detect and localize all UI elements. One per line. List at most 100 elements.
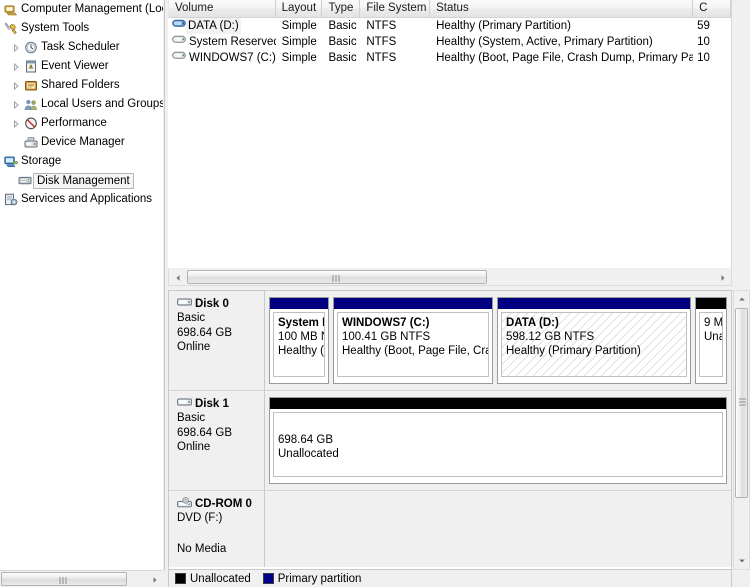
tree-item-performance[interactable]: Performance <box>0 114 163 133</box>
legend-item-unallocated: Unallocated <box>175 573 251 585</box>
partition-size: 598.12 GB NTFS <box>506 331 595 343</box>
column-header-type[interactable]: Type <box>322 0 361 18</box>
partition-title: DATA (D:) <box>506 317 559 329</box>
cdrom-info[interactable]: CD-ROM 0 DVD (F:) No Media <box>169 491 265 567</box>
partition-size: 9 M <box>704 317 723 329</box>
cell-file-system: NTFS <box>366 36 397 48</box>
disk-icon <box>177 297 192 311</box>
disk-management-pane: Volume Layout Type File System Status C … <box>168 0 750 587</box>
partition-unallocated-9mb[interactable]: 9 M Una <box>695 297 727 384</box>
chevron-right-icon[interactable] <box>10 43 22 52</box>
cell-type: Basic <box>328 52 357 64</box>
disk-info-0[interactable]: Disk 0 Basic 698.64 GB Online <box>169 291 265 390</box>
tree-item-task-scheduler[interactable]: Task Scheduler <box>0 38 163 57</box>
volume-disk-icon <box>172 34 186 50</box>
volume-list[interactable]: Volume Layout Type File System Status C … <box>168 0 732 268</box>
legend-swatch-primary-partition-icon <box>262 573 274 584</box>
tree-item-device-manager[interactable]: Device Manager <box>0 133 163 152</box>
volume-hscroll-thumb[interactable] <box>187 270 487 284</box>
vscroll-thumb[interactable] <box>735 308 748 498</box>
tree-item-computer-management[interactable]: Computer Management (Local <box>0 0 163 19</box>
disk-size: 698.64 GB <box>177 426 232 439</box>
chevron-right-icon[interactable] <box>10 62 22 71</box>
disk-row-0[interactable]: Disk 0 Basic 698.64 GB Online System R 1… <box>169 291 731 391</box>
console-tree-panel[interactable]: Computer Management (Local System Tools … <box>0 0 163 587</box>
disk-view-vertical-scrollbar[interactable] <box>733 290 750 570</box>
partition-windows7-c[interactable]: WINDOWS7 (C:) 100.41 GB NTFS Healthy (Bo… <box>333 297 493 384</box>
tree-item-disk-management[interactable]: Disk Management <box>0 171 163 190</box>
scroll-left-arrow-icon[interactable] <box>169 269 186 286</box>
partition-size: 698.64 GB <box>278 434 333 446</box>
cdrom-row[interactable]: CD-ROM 0 DVD (F:) No Media <box>169 491 731 567</box>
tree-item-shared-folders[interactable]: Shared Folders <box>0 76 163 95</box>
tree-item-services-and-applications[interactable]: Services and Applications <box>0 190 163 209</box>
cdrom-title: CD-ROM 0 <box>177 496 264 511</box>
partition-unallocated-disk1[interactable]: 698.64 GB Unallocated <box>269 397 727 484</box>
disk-name: Disk 0 <box>195 298 229 310</box>
chevron-right-icon[interactable] <box>10 81 22 90</box>
partition-data-d[interactable]: DATA (D:) 598.12 GB NTFS Healthy (Primar… <box>497 297 691 384</box>
table-row[interactable]: WINDOWS7 (C:) Simple Basic NTFS Healthy … <box>168 50 731 66</box>
legend-item-primary-partition: Primary partition <box>262 573 361 585</box>
splitter-line <box>164 0 165 570</box>
device-manager-icon <box>22 136 39 149</box>
partition-status: Healthy (Primary Partition) <box>506 345 641 357</box>
scroll-up-arrow-icon[interactable] <box>734 291 749 307</box>
partition-color-bar <box>270 398 726 409</box>
tree-item-label: Device Manager <box>41 136 125 148</box>
partition-color-bar <box>334 298 492 309</box>
grip-icon <box>59 577 69 584</box>
volume-name: System Reserved <box>189 36 276 48</box>
scroll-down-arrow-icon[interactable] <box>734 553 749 569</box>
tree-item-label: Services and Applications <box>21 193 153 205</box>
cdrom-drive: DVD (F:) <box>177 512 223 524</box>
storage-icon <box>2 155 19 168</box>
table-row[interactable]: DATA (D:) Simple Basic NTFS Healthy (Pri… <box>168 18 731 34</box>
chevron-right-icon[interactable] <box>10 119 22 128</box>
tree-item-storage[interactable]: Storage <box>0 152 163 171</box>
cell-capacity: 10 <box>697 52 710 64</box>
cell-capacity: 10 <box>697 36 710 48</box>
tree-item-event-viewer[interactable]: Event Viewer <box>0 57 163 76</box>
disk-info-1[interactable]: Disk 1 Basic 698.64 GB Online <box>169 391 265 490</box>
tree-item-local-users-and-groups[interactable]: Local Users and Groups <box>0 95 163 114</box>
cdrom-state: No Media <box>177 542 227 555</box>
cell-volume[interactable]: System Reserved <box>168 34 276 50</box>
shared-folder-icon <box>22 79 39 92</box>
column-header-capacity[interactable]: C <box>693 0 731 18</box>
disk-type: Basic <box>177 312 206 324</box>
chevron-right-icon[interactable] <box>10 100 22 109</box>
cell-volume[interactable]: WINDOWS7 (C:) <box>168 50 276 66</box>
partition-system-reserved[interactable]: System R 100 MB N Healthy (S <box>269 297 329 384</box>
partition-color-bar <box>498 298 690 309</box>
partition-title: System R <box>278 317 324 329</box>
grip-icon <box>332 275 342 282</box>
table-row[interactable]: System Reserved Simple Basic NTFS Health… <box>168 34 731 50</box>
volume-list-header[interactable]: Volume Layout Type File System Status C <box>168 0 731 18</box>
tree-item-label: System Tools <box>21 22 90 34</box>
volume-list-body: DATA (D:) Simple Basic NTFS Healthy (Pri… <box>168 18 731 66</box>
tree-item-system-tools[interactable]: System Tools <box>0 19 163 38</box>
graphical-disk-view[interactable]: Disk 0 Basic 698.64 GB Online System R 1… <box>168 290 732 587</box>
volume-disk-blue-icon <box>172 18 186 34</box>
tree-hscroll-thumb[interactable] <box>1 572 127 586</box>
disk-row-1[interactable]: Disk 1 Basic 698.64 GB Online 698.64 GB … <box>169 391 731 491</box>
column-header-file-system[interactable]: File System <box>360 0 431 18</box>
cdrom-empty-area <box>265 491 731 567</box>
partition-status: Healthy (S <box>278 345 325 357</box>
cell-file-system: NTFS <box>366 52 397 64</box>
volume-list-horizontal-scrollbar[interactable] <box>168 269 732 286</box>
column-header-status[interactable]: Status <box>430 0 694 18</box>
disk-legend: Unallocated Primary partition <box>169 569 731 587</box>
cell-layout: Simple <box>281 52 317 64</box>
cell-volume[interactable]: DATA (D:) <box>168 18 276 34</box>
partition-body: WINDOWS7 (C:) 100.41 GB NTFS Healthy (Bo… <box>337 312 489 377</box>
scroll-right-arrow-icon[interactable] <box>714 269 731 286</box>
tree-item-label: Disk Management <box>33 172 134 189</box>
column-header-volume[interactable]: Volume <box>168 0 276 18</box>
tree-horizontal-scrollbar[interactable] <box>0 570 163 587</box>
scroll-right-arrow-icon[interactable] <box>146 571 163 587</box>
disk-title-1: Disk 1 <box>177 397 264 411</box>
partition-body-selected: DATA (D:) 598.12 GB NTFS Healthy (Primar… <box>501 312 687 377</box>
column-header-layout[interactable]: Layout <box>276 0 323 18</box>
